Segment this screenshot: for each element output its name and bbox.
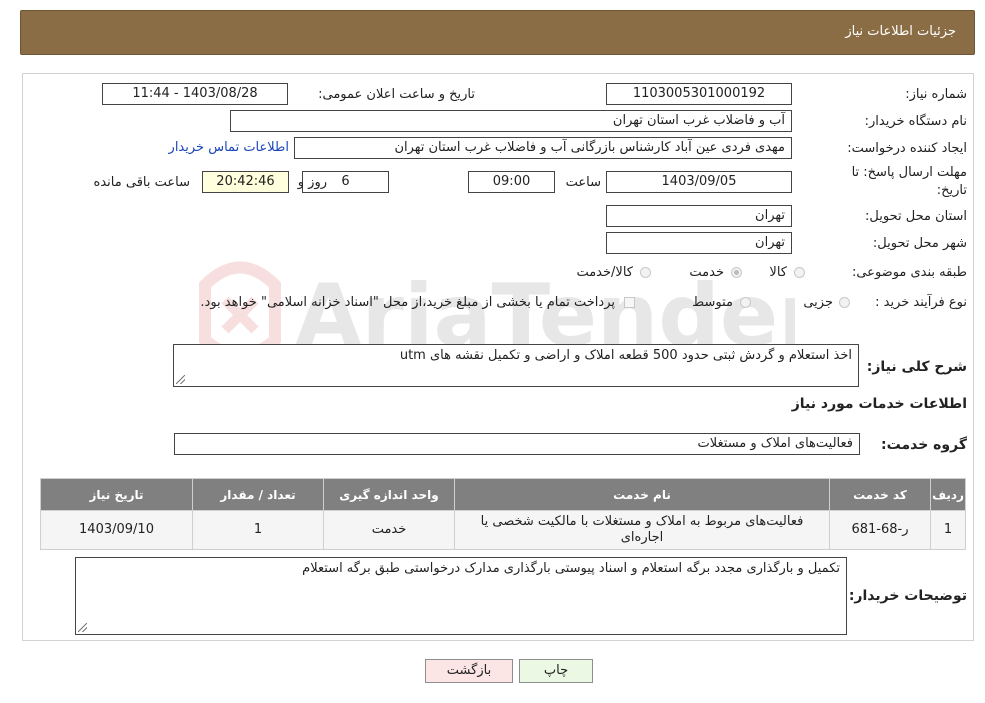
page-header: جزئیات اطلاعات نیاز	[20, 10, 975, 55]
category-goods-service-radio[interactable]	[640, 267, 651, 278]
delivery-province-label: استان محل تحویل:	[865, 209, 967, 224]
remaining-time-label: ساعت باقی مانده	[93, 175, 190, 190]
column-header: واحد اندازه گیری	[323, 478, 455, 511]
service-unit: خدمت	[323, 510, 455, 550]
summary-label: شرح کلی نیاز:	[866, 359, 967, 375]
deadline-date-label: تاریخ:	[936, 183, 967, 198]
process-minor-radio[interactable]	[839, 297, 850, 308]
column-header: ردیف	[930, 478, 966, 511]
service-date: 1403/09/10	[40, 510, 193, 550]
delivery-city-field: تهران	[606, 232, 792, 254]
summary-textarea[interactable]: اخذ استعلام و گردش ثبتی حدود 500 قطعه ام…	[173, 344, 859, 387]
services-section-title: اطلاعات خدمات مورد نیاز	[791, 396, 967, 412]
delivery-province-field: تهران	[606, 205, 792, 227]
resize-handle-icon[interactable]	[176, 375, 185, 384]
column-header: تاریخ نیاز	[40, 478, 193, 511]
process-minor-label: جزیی	[803, 295, 833, 310]
need-number-field: 1103005301000192	[606, 83, 792, 105]
treasury-payment-checkbox[interactable]	[624, 297, 635, 308]
announce-date-label: تاریخ و ساعت اعلان عمومی:	[318, 87, 475, 102]
remaining-time-field: 20:42:46	[202, 171, 289, 193]
service-group-label: گروه خدمت:	[881, 437, 967, 453]
delivery-city-label: شهر محل تحویل:	[872, 236, 967, 251]
column-header: کد خدمت	[829, 478, 931, 511]
creator-field: مهدی فردی عین آباد کارشناس بازرگانی آب و…	[294, 137, 792, 159]
back-button[interactable]: بازگشت	[425, 659, 513, 683]
need-number-label: شماره نیاز:	[905, 87, 967, 102]
buyer-org-field: آب و فاضلاب غرب استان تهران	[230, 110, 792, 132]
process-label: نوع فرآیند خرید :	[875, 295, 967, 310]
page-title: جزئیات اطلاعات نیاز	[845, 24, 956, 39]
buyer-notes-textarea[interactable]: تکمیل و بارگذاری مجدد برگه استعلام و اسن…	[75, 557, 847, 635]
category-goods-radio[interactable]	[794, 267, 805, 278]
row-index: 1	[930, 510, 966, 550]
service-qty: 1	[192, 510, 324, 550]
service-name: فعالیت‌های مربوط به املاک و مستغلات با م…	[454, 510, 830, 550]
category-goods-service-label: کالا/خدمت	[576, 265, 633, 280]
buyer-notes-label: توضیحات خریدار:	[848, 588, 967, 604]
process-medium-label: متوسط	[692, 295, 733, 310]
process-medium-radio[interactable]	[740, 297, 751, 308]
deadline-time-field: 09:00	[468, 171, 555, 193]
deadline-date-field: 1403/09/05	[606, 171, 792, 193]
column-header: نام خدمت	[454, 478, 830, 511]
buyer-org-label: نام دستگاه خریدار:	[864, 114, 967, 129]
category-service-label: خدمت	[689, 265, 724, 280]
print-button[interactable]: چاپ	[519, 659, 593, 683]
buyer-notes-text: تکمیل و بارگذاری مجدد برگه استعلام و اسن…	[302, 561, 840, 576]
column-header: تعداد / مقدار	[192, 478, 324, 511]
days-label: روز و	[297, 175, 327, 190]
summary-text: اخذ استعلام و گردش ثبتی حدود 500 قطعه ام…	[399, 348, 852, 363]
category-label: طبقه بندی موضوعی:	[851, 265, 967, 280]
category-goods-label: کالا	[769, 265, 787, 280]
treasury-payment-note: پرداخت تمام یا بخشی از مبلغ خرید،از محل …	[200, 295, 615, 310]
services-table: ردیف کد خدمت نام خدمت واحد اندازه گیری ت…	[40, 478, 966, 550]
table-row: 1 ر-68-681 فعالیت‌های مربوط به املاک و م…	[40, 510, 966, 550]
deadline-time-label: ساعت	[565, 175, 601, 190]
table-header-row: ردیف کد خدمت نام خدمت واحد اندازه گیری ت…	[40, 478, 966, 511]
category-service-radio[interactable]	[731, 267, 742, 278]
announce-date-field: 1403/08/28 - 11:44	[102, 83, 288, 105]
creator-label: ایجاد کننده درخواست:	[847, 141, 967, 156]
resize-handle-icon[interactable]	[78, 623, 87, 632]
deadline-label: مهلت ارسال پاسخ: تا	[851, 165, 967, 180]
service-code: ر-68-681	[829, 510, 931, 550]
buyer-contact-link[interactable]: اطلاعات تماس خریدار	[169, 140, 289, 155]
service-group-field: فعالیت‌های املاک و مستغلات	[174, 433, 860, 455]
